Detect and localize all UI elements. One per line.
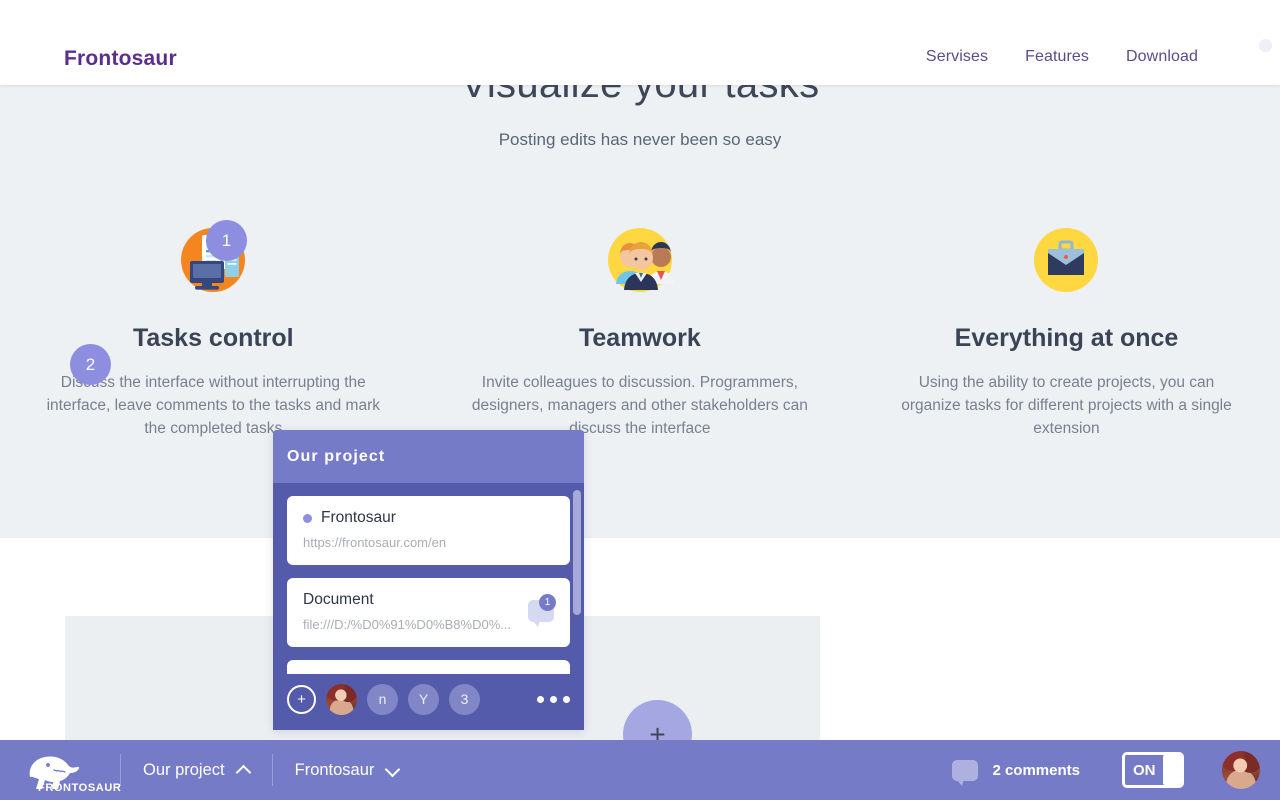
nav-link-servises[interactable]: Servises xyxy=(926,48,988,66)
comment-count-badge: 1 xyxy=(539,594,556,611)
logo-wordmark: FRONTOSAUR xyxy=(38,782,122,794)
feature-teamwork: Teamwork Invite colleagues to discussion… xyxy=(427,210,854,440)
toolbar-right-group: 2 comments ON xyxy=(952,751,1280,789)
chevron-up-icon xyxy=(237,764,250,777)
corner-dot-icon xyxy=(1259,39,1272,52)
bottom-toolbar: FRONTOSAUR Our project Frontosaur 2 comm… xyxy=(0,740,1280,800)
list-item-url: https://frontosaur.com/en xyxy=(303,535,447,550)
page-root: Visualize your tasks Posting edits has n… xyxy=(0,0,1280,800)
team-people-icon xyxy=(455,210,826,310)
list-item[interactable]: Document file:///D:/%D0%91%D0%B8%D0%... … xyxy=(287,578,570,647)
list-item-url: file:///D:/%D0%91%D0%B8%D0%... xyxy=(303,617,512,632)
list-item-title-row: Document xyxy=(303,591,554,609)
nav-link-download[interactable]: Download xyxy=(1126,48,1198,66)
page-subtitle: Posting edits has never been so easy xyxy=(498,130,782,149)
project-selector-label: Our project xyxy=(143,760,225,779)
nav-link-features[interactable]: Features xyxy=(1025,48,1089,66)
project-members-row: + n Y 3 xyxy=(273,668,584,730)
comments-count-label: 2 comments xyxy=(992,761,1080,779)
page-selector[interactable]: Frontosaur xyxy=(295,761,400,780)
list-item[interactable]: Frontosaur https://frontosaur.com/en xyxy=(287,496,570,565)
status-dot-icon xyxy=(303,513,312,523)
avatar[interactable] xyxy=(326,683,357,715)
comments-toggle[interactable]: ON xyxy=(1122,752,1184,788)
comment-bubble-icon[interactable] xyxy=(952,759,979,786)
more-dots-icon[interactable] xyxy=(537,695,570,703)
add-member-button[interactable]: + xyxy=(287,684,316,714)
list-item-title: Document xyxy=(303,591,374,608)
toggle-knob xyxy=(1163,755,1181,785)
dinosaur-icon: FRONTOSAUR xyxy=(20,747,121,794)
list-item-title: Frontosaur xyxy=(321,509,396,526)
feature-description: Using the ability to create projects, yo… xyxy=(901,374,1232,437)
list-item-title-row: Frontosaur xyxy=(303,509,554,527)
project-panel-list: Frontosaur https://frontosaur.com/en Doc… xyxy=(273,483,584,674)
feature-title: Everything at once xyxy=(954,324,1179,352)
project-selector[interactable]: Our project xyxy=(143,761,250,780)
features-row: Tasks control Discuss the interface with… xyxy=(0,210,1280,440)
briefcase-icon xyxy=(881,210,1252,310)
avatar[interactable]: n xyxy=(367,683,398,715)
feature-everything-at-once: Everything at once Using the ability to … xyxy=(853,210,1280,440)
project-panel: Our project Frontosaur https://frontosau… xyxy=(273,430,584,730)
annotation-badge-2: 2 xyxy=(70,344,111,385)
avatar[interactable]: Y xyxy=(408,683,439,715)
annotation-badge-1: 1 xyxy=(206,220,247,261)
site-header: Frontosaur Servises Features Download xyxy=(0,0,1280,85)
feature-title: Teamwork xyxy=(578,324,701,352)
main-nav: Servises Features Download xyxy=(926,48,1198,66)
divider xyxy=(271,754,273,786)
avatar[interactable] xyxy=(1222,751,1260,789)
project-panel-title: Our project xyxy=(287,447,386,465)
avatar[interactable]: 3 xyxy=(449,683,480,715)
chevron-down-icon xyxy=(386,764,399,777)
panel-scrollbar[interactable] xyxy=(573,490,581,615)
comments-toggle-label: ON xyxy=(1133,761,1156,779)
brand-logo[interactable]: Frontosaur xyxy=(64,47,177,71)
page-selector-label: Frontosaur xyxy=(294,760,375,779)
project-panel-header: Our project xyxy=(273,430,584,483)
